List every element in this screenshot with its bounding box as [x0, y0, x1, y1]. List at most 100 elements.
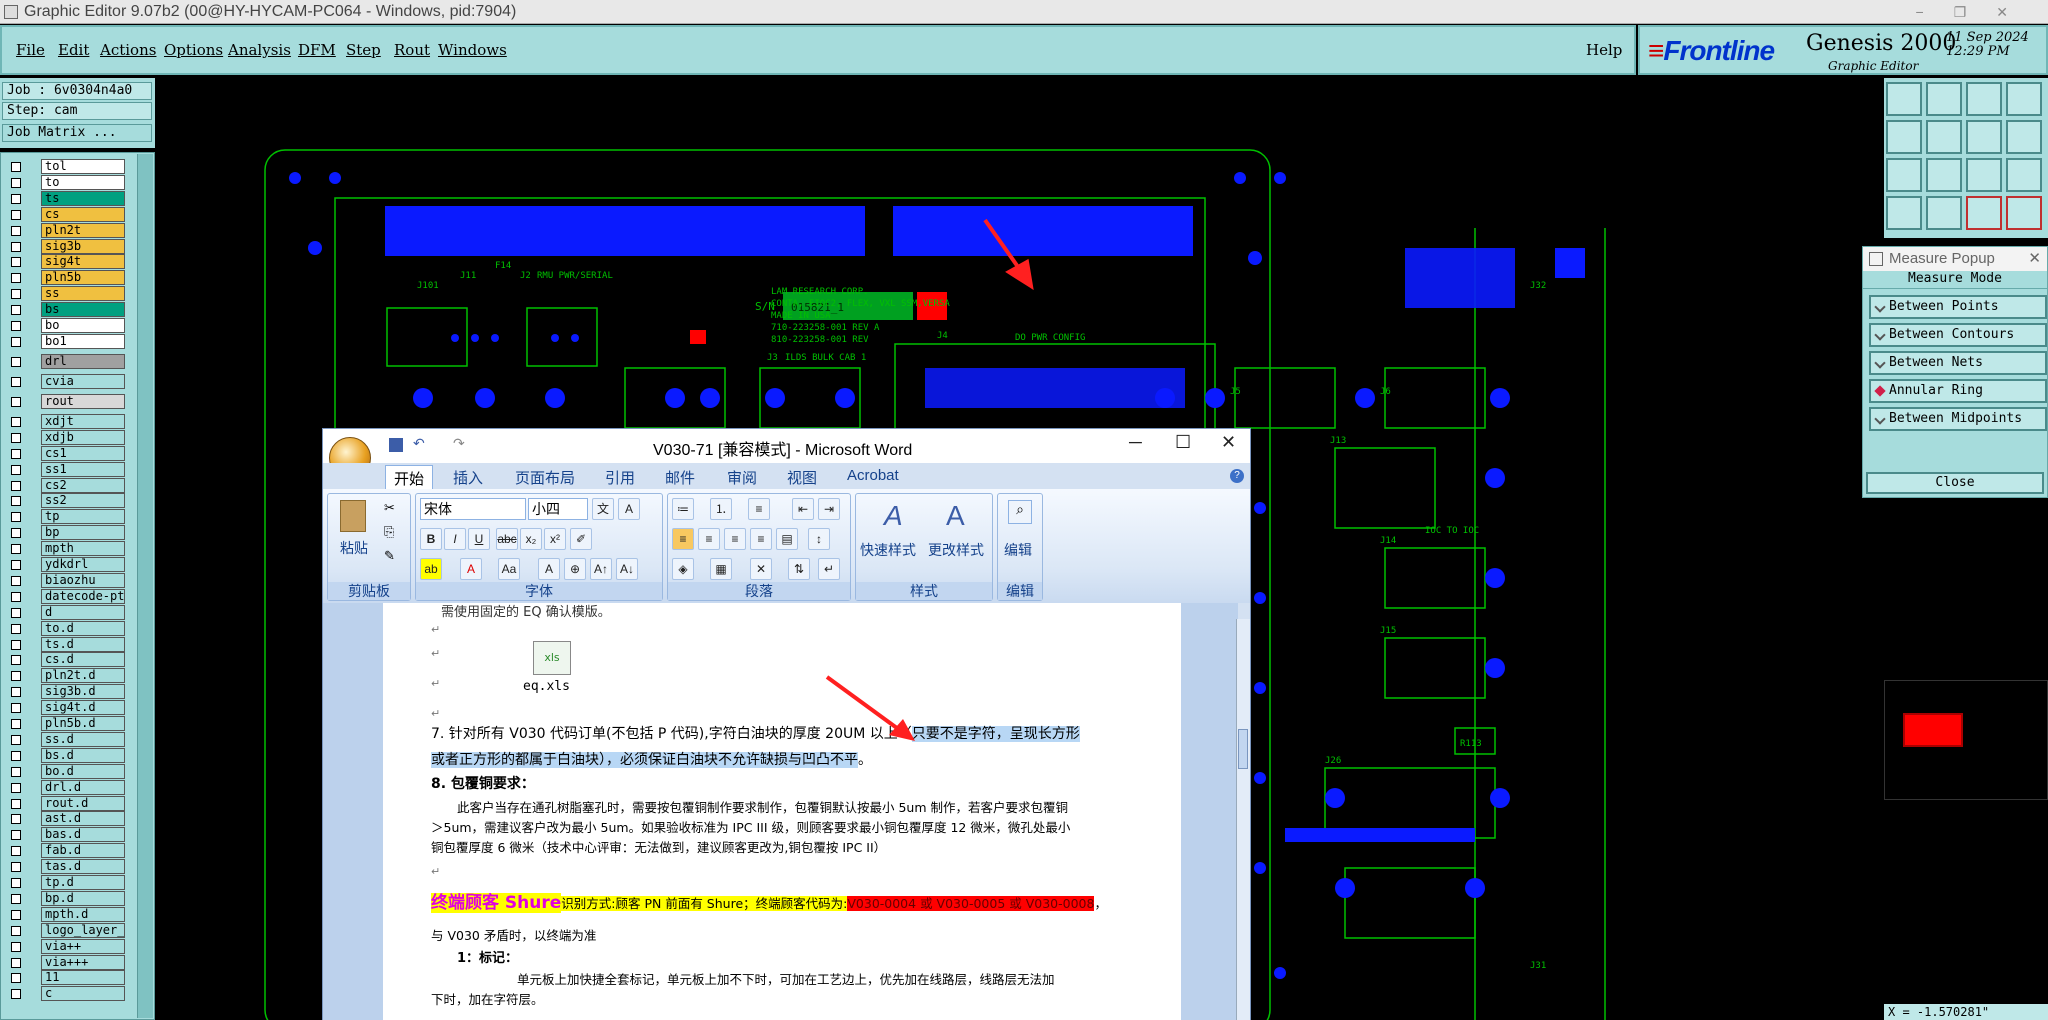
layer-row[interactable]: 11: [7, 970, 125, 986]
close-window-icon[interactable]: ✕: [1221, 432, 1236, 453]
layer-checkbox[interactable]: [11, 846, 21, 857]
layer-row[interactable]: cvia: [7, 373, 125, 389]
multilevel-icon[interactable]: ≡: [748, 498, 770, 520]
layer-checkbox[interactable]: [11, 623, 21, 634]
show-marks-icon[interactable]: ↵: [818, 558, 840, 580]
layer-name[interactable]: drl.d: [41, 779, 125, 795]
layer-checkbox[interactable]: [11, 750, 21, 761]
layer-checkbox[interactable]: [11, 376, 21, 387]
layer-checkbox[interactable]: [11, 893, 21, 904]
layer-name[interactable]: bp.d: [41, 890, 125, 906]
layer-row[interactable]: drl: [7, 353, 125, 369]
layer-row[interactable]: ydkdrl: [7, 557, 125, 572]
layer-row[interactable]: ss.d: [7, 731, 125, 747]
layer-row[interactable]: mpth: [7, 541, 125, 557]
layer-row[interactable]: ts.d: [7, 636, 125, 652]
probe-icon[interactable]: [1926, 196, 1962, 230]
layer-row[interactable]: to: [7, 174, 125, 190]
question-icon[interactable]: [2006, 158, 2042, 192]
layer-checkbox[interactable]: [11, 734, 21, 745]
redo-icon[interactable]: ↷: [453, 435, 465, 452]
menu-options[interactable]: Options: [164, 41, 223, 59]
layer-name[interactable]: bo.d: [41, 763, 125, 779]
net-compare-icon[interactable]: [2006, 196, 2042, 230]
layer-row[interactable]: biaozhu: [7, 572, 125, 588]
numbering-icon[interactable]: ⒈: [710, 498, 732, 520]
layer-row[interactable]: cs2: [7, 477, 125, 493]
layer-checkbox[interactable]: [11, 830, 21, 841]
layer-checkbox[interactable]: [11, 356, 21, 367]
align-right-icon[interactable]: ≡: [724, 528, 746, 550]
save-icon[interactable]: [1926, 82, 1962, 116]
layer-name[interactable]: c: [41, 986, 125, 1002]
option-between-midpoints[interactable]: Between Midpoints: [1869, 407, 2047, 431]
layer-name[interactable]: ss2: [41, 493, 125, 509]
layer-row[interactable]: ss2: [7, 493, 125, 509]
layer-name[interactable]: drl: [41, 353, 125, 369]
document-scrollbar[interactable]: [1236, 619, 1250, 1020]
subscript-button[interactable]: x₂: [520, 528, 542, 550]
layer-checkbox[interactable]: [11, 396, 21, 407]
layer-name[interactable]: bs: [41, 302, 125, 318]
net-icon[interactable]: [1966, 196, 2002, 230]
layer-checkbox[interactable]: [11, 177, 21, 188]
layer-name[interactable]: mpth.d: [41, 906, 125, 922]
layer-checkbox[interactable]: [11, 560, 21, 570]
layer-name[interactable]: via++: [41, 938, 125, 954]
layer-checkbox[interactable]: [11, 575, 21, 586]
layer-name[interactable]: fab.d: [41, 843, 125, 859]
layer-checkbox[interactable]: [11, 162, 21, 172]
layer-row[interactable]: tp: [7, 509, 125, 525]
layer-name[interactable]: ts: [41, 190, 125, 206]
measure-icon[interactable]: [1886, 196, 1922, 230]
layer-row[interactable]: c: [7, 986, 125, 1002]
bold-button[interactable]: B: [420, 528, 442, 550]
layer-name[interactable]: sig3b: [41, 238, 125, 254]
option-between-contours[interactable]: Between Contours: [1869, 323, 2047, 347]
tab-acrobat[interactable]: Acrobat: [847, 467, 899, 484]
layer-checkbox[interactable]: [11, 289, 21, 300]
layer-name[interactable]: bs.d: [41, 747, 125, 763]
layer-checkbox[interactable]: [11, 480, 21, 491]
open-icon[interactable]: [1886, 82, 1922, 116]
measure-close-button[interactable]: Close: [1866, 472, 2044, 494]
align-center-icon[interactable]: ≡: [698, 528, 720, 550]
layer-row[interactable]: sig4t.d: [7, 700, 125, 716]
layer-row[interactable]: mpth.d: [7, 906, 125, 922]
layer-row[interactable]: fab.d: [7, 843, 125, 859]
layer-checkbox[interactable]: [11, 496, 21, 507]
fit-icon[interactable]: [1886, 158, 1922, 192]
grow-font-icon[interactable]: A↑: [590, 558, 612, 580]
layer-row[interactable]: bs: [7, 302, 125, 318]
layer-name[interactable]: pln2t.d: [41, 668, 125, 684]
layer-row[interactable]: pln5b.d: [7, 716, 125, 731]
menu-help[interactable]: Help: [1586, 41, 1622, 59]
close-icon[interactable]: ✕: [2028, 247, 2041, 271]
layer-name[interactable]: tp.d: [41, 875, 125, 890]
layer-row[interactable]: via+++: [7, 954, 125, 970]
layer-checkbox[interactable]: [11, 305, 21, 316]
tab-review[interactable]: 审阅: [727, 467, 757, 488]
quick-styles-button[interactable]: 快速样式: [860, 540, 916, 560]
format-painter-icon[interactable]: ✎: [384, 548, 395, 564]
layer-row[interactable]: pln2t.d: [7, 668, 125, 684]
layer-checkbox[interactable]: [11, 909, 21, 920]
change-styles-button[interactable]: 更改样式: [928, 540, 984, 560]
paste-icon[interactable]: [340, 500, 366, 532]
layer-checkbox[interactable]: [11, 464, 21, 475]
layer-row[interactable]: ast.d: [7, 811, 125, 827]
layer-name[interactable]: xdjt: [41, 413, 125, 429]
layer-row[interactable]: xdjb: [7, 429, 125, 445]
layer-checkbox[interactable]: [11, 719, 21, 729]
highlight-icon[interactable]: ab: [420, 558, 442, 580]
document-scroll-thumb[interactable]: [1238, 729, 1248, 769]
layer-row[interactable]: sig3b: [7, 238, 125, 254]
home-icon[interactable]: [1966, 82, 2002, 116]
layer-checkbox[interactable]: [11, 941, 21, 952]
tab-references[interactable]: 引用: [605, 467, 635, 488]
layer-name[interactable]: rout: [41, 393, 125, 409]
layer-name[interactable]: sig3b.d: [41, 684, 125, 700]
menu-rout[interactable]: Rout: [394, 41, 430, 59]
layer-row[interactable]: tp.d: [7, 875, 125, 890]
layer-row[interactable]: ss: [7, 286, 125, 302]
